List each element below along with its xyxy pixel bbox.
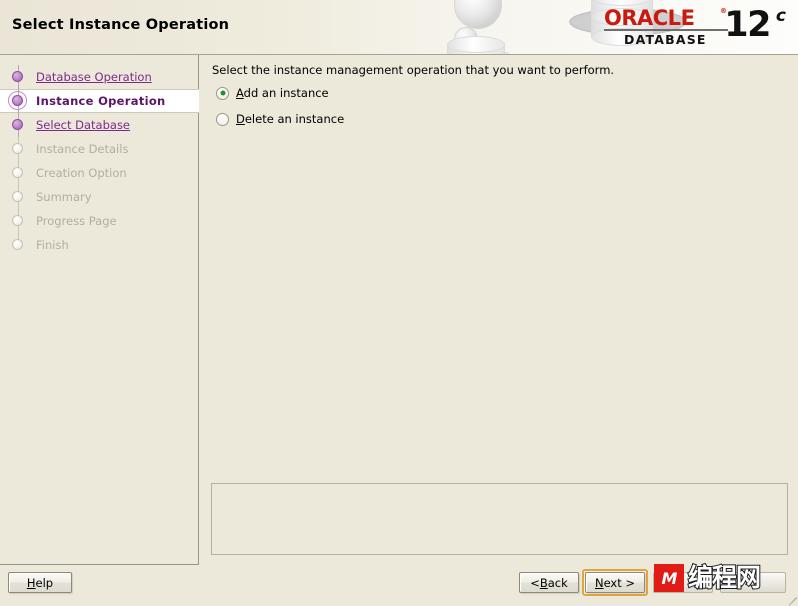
step-bullet-done-icon <box>12 119 23 130</box>
step-marker <box>0 209 36 233</box>
sidebar-item-label: Database Operation <box>36 70 152 84</box>
radio-option-delete-instance[interactable]: Delete an instance <box>216 110 344 128</box>
sidebar-item-label: Creation Option <box>36 166 127 180</box>
back-button[interactable]: < Back <box>519 572 579 593</box>
step-bullet-future-icon <box>12 215 23 226</box>
sidebar-item-label: Instance Details <box>36 142 129 156</box>
label-rest: dd an instance <box>243 86 329 100</box>
window-header: Select Instance Operation ORACLE ® DATAB… <box>0 0 798 55</box>
mnemonic-char: B <box>539 575 548 590</box>
wizard-sidebar: Database Operation Instance Operation Se… <box>0 55 199 565</box>
sidebar-item-summary: Summary <box>0 185 199 209</box>
sidebar-item-creation-option: Creation Option <box>0 161 199 185</box>
step-bullet-current-icon <box>12 95 23 106</box>
watermark-overlay: M 编程网 <box>654 563 794 593</box>
sidebar-item-select-database[interactable]: Select Database <box>0 113 199 137</box>
label-rest: elp <box>35 575 54 590</box>
content-panel: Select the instance management operation… <box>200 55 798 565</box>
step-marker <box>0 161 36 185</box>
radio-button-delete-instance[interactable] <box>216 112 229 126</box>
oracle-brand-text: ORACLE <box>604 6 695 30</box>
sidebar-item-database-operation[interactable]: Database Operation <box>0 65 199 89</box>
sidebar-item-label: Instance Operation <box>36 94 166 108</box>
sidebar-item-instance-details: Instance Details <box>0 137 199 161</box>
radio-label-delete-instance: Delete an instance <box>236 112 344 126</box>
step-marker <box>0 185 36 209</box>
step-marker <box>0 113 36 137</box>
step-marker <box>0 137 36 161</box>
mnemonic-char: H <box>26 575 36 590</box>
watermark-mark-icon: M <box>654 564 684 592</box>
label-prefix: < <box>530 575 540 590</box>
sidebar-item-progress-page: Progress Page <box>0 209 199 233</box>
radio-option-add-instance[interactable]: Add an instance <box>216 84 329 102</box>
step-bullet-future-icon <box>12 143 23 154</box>
next-button[interactable]: Next > <box>585 572 645 593</box>
sidebar-item-label: Select Database <box>36 118 131 132</box>
next-button-focus-ring: Next > <box>582 569 648 596</box>
sidebar-item-label: Finish <box>36 238 69 252</box>
sidebar-item-label: Progress Page <box>36 214 117 228</box>
mnemonic-char: N <box>594 575 604 590</box>
message-box <box>211 483 788 555</box>
database-cylinder-icon <box>447 36 505 54</box>
label-rest: elete an instance <box>244 112 345 126</box>
help-button[interactable]: Help <box>8 572 72 593</box>
step-bullet-done-icon <box>12 71 23 82</box>
instruction-text: Select the instance management operation… <box>212 63 615 77</box>
label-rest: ext > <box>603 575 636 590</box>
oracle-version-text: 12 <box>724 5 771 45</box>
step-bullet-future-icon <box>12 239 23 250</box>
step-marker <box>0 65 36 89</box>
oracle-edition-text: c <box>775 6 786 26</box>
mnemonic-char: D <box>236 112 245 126</box>
sidebar-item-finish: Finish <box>0 233 199 257</box>
oracle-logo: ORACLE ® DATABASE 12 c <box>602 4 788 50</box>
mnemonic-char: A <box>236 86 244 100</box>
logo-divider <box>604 29 728 31</box>
wizard-step-list: Database Operation Instance Operation Se… <box>0 65 199 257</box>
step-marker <box>0 233 36 257</box>
label-rest: ack <box>547 575 568 590</box>
watermark-text: 编程网 <box>687 563 762 593</box>
oracle-product-text: DATABASE <box>624 32 707 47</box>
sidebar-item-label: Summary <box>36 190 92 204</box>
step-bullet-future-icon <box>12 167 23 178</box>
step-bullet-future-icon <box>12 191 23 202</box>
page-title: Select Instance Operation <box>12 17 230 33</box>
radio-label-add-instance: Add an instance <box>236 86 329 100</box>
radio-button-add-instance[interactable] <box>216 86 229 100</box>
step-marker <box>0 89 36 113</box>
sidebar-item-instance-operation[interactable]: Instance Operation <box>0 89 199 113</box>
